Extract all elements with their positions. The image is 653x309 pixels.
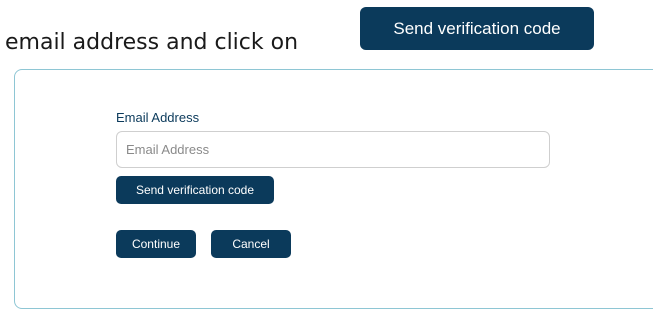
instruction-send-code-button-image: Send verification code	[360, 7, 594, 50]
email-label: Email Address	[116, 110, 200, 125]
instruction-text: email address and click on	[5, 30, 299, 55]
signup-form-panel	[14, 69, 653, 309]
email-input[interactable]	[116, 131, 550, 168]
continue-button[interactable]: Continue	[116, 230, 196, 258]
send-verification-code-button[interactable]: Send verification code	[116, 176, 274, 204]
cancel-button[interactable]: Cancel	[211, 230, 291, 258]
